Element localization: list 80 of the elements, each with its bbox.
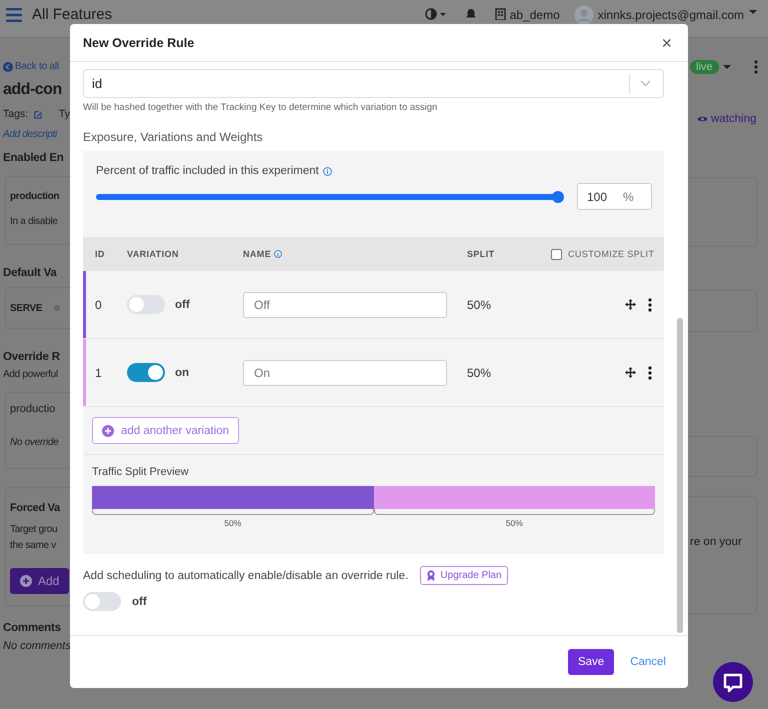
section-heading: Default Va — [3, 267, 58, 279]
back-icon[interactable] — [3, 62, 13, 72]
percent-field[interactable]: 100 % — [577, 183, 652, 210]
coverage-slider[interactable] — [96, 190, 564, 202]
variation-toggle[interactable] — [127, 295, 165, 314]
scheduling-text: Add scheduling to automatically enable/disable an override rule. — [83, 570, 408, 582]
variation-toggle[interactable] — [127, 363, 165, 382]
segment-label: 50% — [506, 518, 523, 528]
toggle-label: off — [175, 298, 190, 310]
card-text: Target grou the same v — [10, 523, 58, 553]
add-description-link[interactable]: Add descripti — [3, 129, 70, 140]
add-variation-button[interactable]: add another variation — [92, 417, 240, 444]
variation-name-field[interactable]: Off — [243, 292, 447, 318]
section-title: Exposure, Variations and Weights — [83, 130, 264, 144]
card-title: Forced Va — [10, 502, 62, 514]
environment-name: productio — [10, 403, 56, 415]
chat-icon[interactable] — [713, 662, 753, 702]
close-button[interactable]: × — [657, 34, 676, 52]
menu-icon[interactable] — [6, 8, 22, 22]
customize-split-label: CUSTOMIZE SPLIT — [568, 249, 654, 259]
hint-text: Will be hashed together with the Tracking Key to determine which variation to assign — [83, 102, 438, 113]
column-header: NAME — [243, 249, 272, 259]
edit-icon[interactable] — [34, 108, 43, 120]
column-header: ID — [94, 249, 106, 259]
card-text: re on your — [690, 536, 742, 548]
account-email[interactable]: xinnks.projects@gmail.com — [598, 8, 744, 22]
bell-icon[interactable] — [464, 8, 477, 20]
variation-id: 1 — [94, 366, 103, 380]
dot-icon — [54, 305, 60, 311]
avatar-icon[interactable] — [574, 5, 594, 25]
move-icon[interactable] — [625, 299, 636, 310]
type-label: Ty — [58, 108, 70, 120]
eye-icon — [697, 115, 708, 123]
split-value: 50% — [467, 298, 492, 312]
more-icon[interactable] — [648, 298, 652, 312]
cancel-button[interactable]: Cancel — [630, 656, 666, 668]
badge-icon — [426, 570, 436, 581]
organization-name[interactable]: ab_demo — [510, 8, 560, 22]
feature-title: add-con — [3, 81, 63, 99]
section-heading: Comments — [3, 622, 62, 634]
column-header: VARIATION — [127, 249, 180, 259]
caret-icon[interactable] — [748, 8, 758, 16]
more-icon[interactable] — [648, 366, 652, 380]
save-button[interactable]: Save — [568, 649, 614, 675]
toggle-label: on — [175, 366, 190, 378]
segment-label: 50% — [224, 518, 242, 528]
plus-icon — [102, 424, 114, 436]
dialog-title: New Override Rule — [83, 36, 196, 50]
add-button[interactable]: Add — [10, 568, 70, 594]
attribute-select[interactable]: id — [83, 69, 664, 98]
theme-icon[interactable] — [424, 8, 447, 20]
tags-label: Tags: — [3, 108, 28, 120]
coverage-label: Percent of traffic included in this experiment — [96, 165, 319, 177]
section-description: Add powerful — [3, 369, 59, 380]
chevron-icon — [640, 80, 651, 87]
info-icon — [274, 250, 282, 258]
variation-name-field[interactable]: On — [243, 360, 447, 386]
status-badge[interactable]: live — [690, 60, 719, 74]
section-heading: Override R — [3, 351, 61, 363]
plus-icon — [20, 575, 32, 587]
caret-icon[interactable] — [722, 64, 731, 70]
page-title: All Features — [32, 8, 112, 22]
back-link[interactable]: Back to all — [15, 61, 59, 72]
variation-id: 0 — [94, 298, 103, 312]
section-heading: Enabled En — [3, 152, 65, 164]
watching-link[interactable]: watching — [711, 113, 756, 125]
environment-text: In a disable — [10, 216, 59, 227]
move-icon[interactable] — [625, 367, 636, 378]
column-header: SPLIT — [467, 249, 496, 259]
building-icon — [494, 8, 506, 20]
serve-label: SERVE — [10, 302, 42, 314]
toggle-label: off — [132, 596, 147, 608]
empty-rules-text: No override — [10, 437, 60, 448]
scheduling-toggle[interactable] — [83, 592, 121, 611]
customize-split-checkbox[interactable] — [551, 248, 562, 260]
split-value: 50% — [467, 366, 492, 380]
environment-name: production — [10, 191, 60, 202]
preview-title: Traffic Split Preview — [92, 466, 190, 478]
upgrade-plan-button[interactable]: Upgrade Plan — [420, 566, 508, 585]
info-icon — [322, 166, 332, 176]
